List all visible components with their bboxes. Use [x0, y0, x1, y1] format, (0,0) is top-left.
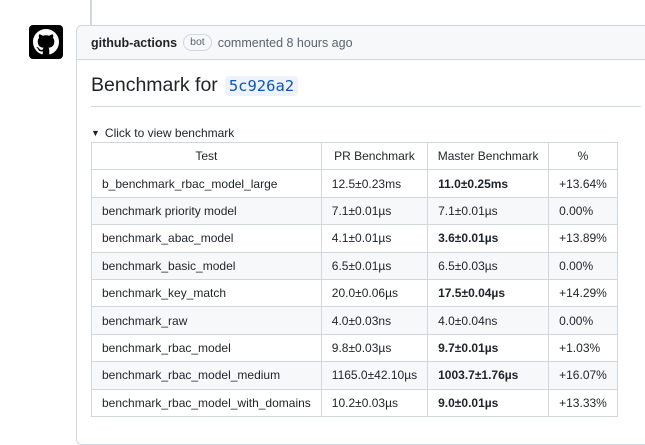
comment-timestamp[interactable]: commented 8 hours ago: [218, 36, 353, 50]
github-mark-icon: [33, 29, 59, 55]
test-name-cell: benchmark_key_match: [91, 278, 322, 308]
percent-change-cell: 0.00%: [548, 306, 618, 335]
comment-header: github-actions bot commented 8 hours ago: [77, 26, 645, 60]
master-benchmark-cell: 3.6±0.01µs: [427, 224, 550, 253]
master-benchmark-cell: 11.0±0.25ms: [427, 169, 550, 198]
pr-benchmark-cell: 4.1±0.01µs: [320, 224, 429, 253]
test-name-cell: benchmark_rbac_model_with_domains: [91, 388, 322, 417]
pr-benchmark-cell: 1165.0±42.10µs: [320, 361, 429, 390]
details-summary[interactable]: ▼ Click to view benchmark: [91, 126, 641, 140]
author-link[interactable]: github-actions: [91, 36, 177, 50]
pr-benchmark-cell: 20.0±0.06µs: [320, 278, 429, 308]
percent-change-cell: +14.29%: [548, 278, 618, 308]
pr-benchmark-cell: 12.5±0.23ms: [320, 169, 429, 198]
master-benchmark-cell: 9.0±0.01µs: [427, 388, 550, 417]
table-row: benchmark_key_match 20.0±0.06µs 17.5±0.04µ…: [91, 278, 618, 308]
pr-benchmark-cell: 9.8±0.03µs: [320, 333, 429, 363]
test-name-cell: b_benchmark_rbac_model_large: [91, 169, 322, 198]
bot-badge: bot: [183, 34, 212, 51]
test-name-cell: benchmark_basic_model: [91, 251, 322, 280]
commit-sha[interactable]: 5c926a2: [224, 75, 299, 96]
table-row: b_benchmark_rbac_model_large 12.5±0.23ms 1…: [91, 169, 618, 198]
triangle-down-icon: ▼: [91, 128, 100, 138]
percent-change-cell: 0.00%: [548, 251, 618, 280]
pr-benchmark-cell: 7.1±0.01µs: [320, 196, 429, 226]
table-row: benchmark_rbac_model 9.8±0.03µs 9.7±0.01µs…: [91, 333, 618, 363]
table-row: benchmark_rbac_model_medium 1165.0±42.10µ…: [91, 361, 618, 390]
percent-change-cell: 0.00%: [548, 196, 618, 226]
master-benchmark-cell: 7.1±0.01µs: [427, 196, 550, 226]
test-name-cell: benchmark_rbac_model: [91, 333, 322, 363]
pr-benchmark-cell: 4.0±0.03ns: [320, 306, 429, 335]
test-name-cell: benchmark_abac_model: [91, 224, 322, 253]
column-header: Master Benchmark: [427, 141, 550, 171]
column-header: Test: [91, 141, 322, 171]
test-name-cell: benchmark priority model: [91, 196, 322, 226]
test-name-cell: benchmark_raw: [91, 306, 322, 335]
master-benchmark-cell: 6.5±0.03µs: [427, 251, 550, 280]
master-benchmark-cell: 17.5±0.04µs: [427, 278, 550, 308]
table-body: b_benchmark_rbac_model_large 12.5±0.23ms 1…: [91, 169, 618, 417]
heading-text: Benchmark for: [91, 74, 218, 96]
percent-change-cell: +13.33%: [548, 388, 618, 417]
master-benchmark-cell: 9.7±0.01µs: [427, 333, 550, 363]
table-row: benchmark priority model 7.1±0.01µs 7.1±0.…: [91, 196, 618, 226]
pr-benchmark-cell: 6.5±0.01µs: [320, 251, 429, 280]
avatar[interactable]: [29, 25, 63, 59]
table-row: benchmark_rbac_model_with_domains 10.2±0.…: [91, 388, 618, 417]
table-row: benchmark_basic_model 6.5±0.01µs 6.5±0.03µ…: [91, 251, 618, 280]
summary-label: Click to view benchmark: [104, 126, 235, 140]
column-header: %: [548, 141, 618, 171]
benchmark-table: Test PR Benchmark Master Benchmark % b_b…: [91, 141, 618, 417]
column-header: PR Benchmark: [320, 141, 429, 171]
timeline-line: [90, 0, 92, 26]
table-row: benchmark_raw 4.0±0.03ns 4.0±0.04ns 0.00%: [91, 306, 618, 335]
table-row: benchmark_abac_model 4.1±0.01µs 3.6±0.01µs…: [91, 224, 618, 253]
test-name-cell: benchmark_rbac_model_medium: [91, 361, 322, 390]
master-benchmark-cell: 4.0±0.04ns: [427, 306, 550, 335]
pr-benchmark-cell: 10.2±0.03µs: [320, 388, 429, 417]
table-header-row: Test PR Benchmark Master Benchmark %: [91, 141, 618, 171]
master-benchmark-cell: 1003.7±1.76µs: [427, 361, 550, 390]
comment-body: Benchmark for 5c926a2 ▼ Click to view be…: [77, 74, 645, 417]
percent-change-cell: +13.89%: [548, 224, 618, 253]
percent-change-cell: +16.07%: [548, 361, 618, 390]
percent-change-cell: +1.03%: [548, 333, 618, 363]
benchmark-heading: Benchmark for 5c926a2: [91, 74, 641, 107]
comment-box: github-actions bot commented 8 hours ago…: [76, 25, 645, 445]
percent-change-cell: +13.64%: [548, 169, 618, 198]
